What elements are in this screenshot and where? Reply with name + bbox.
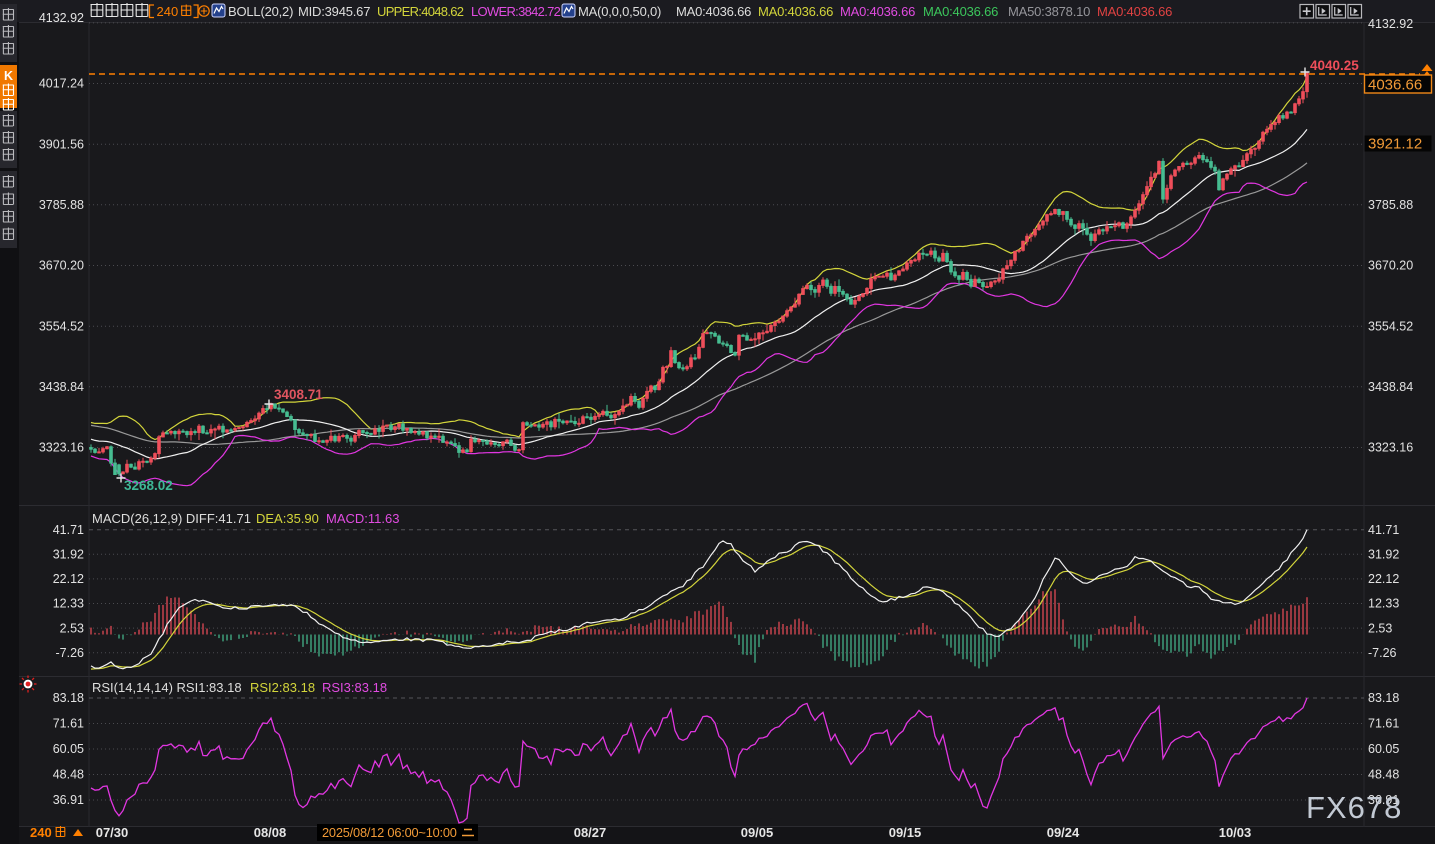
svg-text:4040.25: 4040.25	[1310, 58, 1359, 73]
svg-text:60.05: 60.05	[1368, 742, 1399, 756]
svg-text:3323.16: 3323.16	[1368, 441, 1413, 455]
svg-text:3901.56: 3901.56	[39, 137, 84, 151]
svg-text:83.18: 83.18	[53, 691, 84, 705]
svg-text:3921.12: 3921.12	[1368, 136, 1422, 153]
svg-text:08/08: 08/08	[254, 825, 287, 840]
svg-text:K: K	[4, 69, 13, 83]
svg-text:22.12: 22.12	[53, 572, 84, 586]
svg-text:MA0:4036.66: MA0:4036.66	[1097, 4, 1172, 19]
svg-text:3408.71: 3408.71	[274, 387, 323, 402]
svg-text:09/24: 09/24	[1047, 825, 1080, 840]
svg-text:48.48: 48.48	[53, 768, 84, 782]
svg-text:-7.26: -7.26	[1368, 646, 1397, 660]
svg-text:3554.52: 3554.52	[39, 319, 84, 333]
svg-text:41.71: 41.71	[53, 523, 84, 537]
svg-text:09/15: 09/15	[889, 825, 922, 840]
svg-text:MA0:4036.66: MA0:4036.66	[758, 4, 833, 19]
svg-text:MA50:3878.10: MA50:3878.10	[1008, 4, 1090, 19]
svg-text:09/05: 09/05	[741, 825, 774, 840]
svg-text:MA(0,0,0,50,0): MA(0,0,0,50,0)	[578, 4, 661, 19]
svg-text:2025/08/12 06:00~10:00: 2025/08/12 06:00~10:00	[322, 825, 457, 840]
svg-text:RSI3:83.18: RSI3:83.18	[322, 680, 387, 695]
svg-text:MID:3945.67: MID:3945.67	[298, 4, 370, 19]
svg-text:4036.66: 4036.66	[1368, 77, 1422, 94]
svg-text:60.05: 60.05	[53, 742, 84, 756]
svg-text:3438.84: 3438.84	[39, 380, 84, 394]
svg-text:BOLL(20,2): BOLL(20,2)	[228, 4, 293, 19]
svg-text:4132.92: 4132.92	[1368, 17, 1413, 31]
svg-text:22.12: 22.12	[1368, 572, 1399, 586]
svg-text:240: 240	[157, 4, 179, 19]
svg-text:MA0:4036.66: MA0:4036.66	[840, 4, 915, 19]
svg-text:3670.20: 3670.20	[39, 259, 84, 273]
svg-text:3323.16: 3323.16	[39, 441, 84, 455]
svg-text:3554.52: 3554.52	[1368, 319, 1413, 333]
svg-text:MA0:4036.66: MA0:4036.66	[676, 4, 751, 19]
svg-text:FX678: FX678	[1306, 790, 1402, 825]
svg-text:4017.24: 4017.24	[39, 77, 84, 91]
svg-text:3268.02: 3268.02	[124, 478, 173, 493]
svg-text:07/30: 07/30	[96, 825, 129, 840]
svg-text:DEA:35.90: DEA:35.90	[256, 511, 319, 526]
svg-text:2.53: 2.53	[1368, 621, 1392, 635]
svg-text:31.92: 31.92	[1368, 547, 1399, 561]
svg-text:10/03: 10/03	[1219, 825, 1252, 840]
svg-text:3785.88: 3785.88	[1368, 198, 1413, 212]
svg-text:3670.20: 3670.20	[1368, 259, 1413, 273]
svg-text:240: 240	[30, 825, 52, 840]
svg-text:RSI(14,14,14) RSI1:83.18: RSI(14,14,14) RSI1:83.18	[92, 680, 242, 695]
svg-text:MACD(26,12,9) DIFF:41.71: MACD(26,12,9) DIFF:41.71	[92, 511, 251, 526]
svg-text:2.53: 2.53	[60, 621, 84, 635]
svg-text:48.48: 48.48	[1368, 768, 1399, 782]
svg-text:12.33: 12.33	[53, 597, 84, 611]
svg-text:3438.84: 3438.84	[1368, 380, 1413, 394]
svg-text:12.33: 12.33	[1368, 597, 1399, 611]
svg-text:UPPER:4048.62: UPPER:4048.62	[377, 4, 464, 19]
svg-text:71.61: 71.61	[53, 717, 84, 731]
svg-text:08/27: 08/27	[574, 825, 607, 840]
svg-text:LOWER:3842.72: LOWER:3842.72	[471, 4, 561, 19]
svg-text:41.71: 41.71	[1368, 523, 1399, 537]
svg-text:31.92: 31.92	[53, 547, 84, 561]
svg-text:-7.26: -7.26	[56, 646, 85, 660]
svg-text:MA0:4036.66: MA0:4036.66	[923, 4, 998, 19]
svg-text:4132.92: 4132.92	[39, 11, 84, 25]
svg-text:83.18: 83.18	[1368, 691, 1399, 705]
svg-text:71.61: 71.61	[1368, 717, 1399, 731]
svg-text:RSI2:83.18: RSI2:83.18	[250, 680, 315, 695]
svg-text:3785.88: 3785.88	[39, 198, 84, 212]
svg-text:36.91: 36.91	[53, 793, 84, 807]
svg-text:MACD:11.63: MACD:11.63	[326, 511, 399, 526]
